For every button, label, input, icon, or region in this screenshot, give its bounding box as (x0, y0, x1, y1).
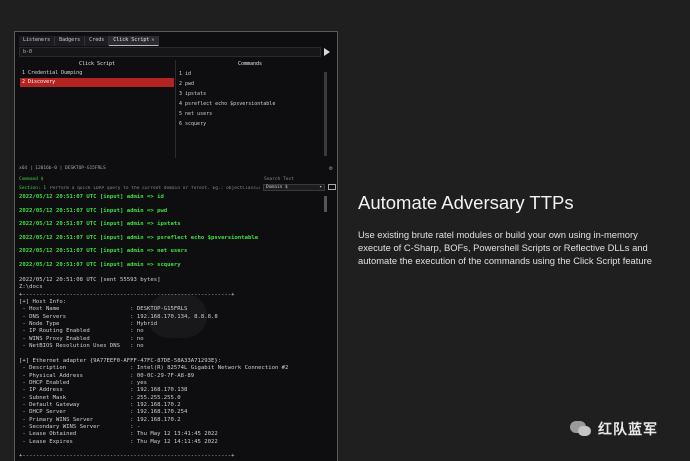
tab-listeners[interactable]: Listeners (19, 36, 56, 46)
scrollbar[interactable] (324, 72, 327, 156)
console-output-line: +---------------------------------------… (19, 291, 235, 298)
panel-divider (175, 60, 176, 158)
console-output-line: - Lease Expires : Thu May 12 14:11:45 20… (19, 438, 218, 445)
console-command-line: 2022/05/12 20:51:07 UTC [input] admin =>… (19, 248, 188, 254)
click-script-header: Click Script (78, 61, 116, 67)
console-output-line: - Physical Address : 00-0C-29-7F-A8-89 (19, 372, 195, 379)
console-output-line: - Description : Intel(R) 82574L Gigabit … (19, 365, 289, 372)
close-icon[interactable]: ✕ (151, 37, 154, 43)
section-label: Section: 1 (19, 186, 47, 191)
console-output-line: - Lease Obtained : Thu May 12 13:41:45 2… (19, 431, 218, 438)
console-output-line: [+] Host Info: (19, 299, 67, 306)
list-item[interactable]: 1 id (177, 69, 323, 79)
commands-header: Commands (237, 61, 263, 67)
console-output-line: - IP Address : 192.168.170.138 (19, 387, 188, 394)
console-output-line: - DHCP Enabled : yes (19, 379, 147, 386)
console-output-line: - Secondary WINS Server : - (19, 424, 141, 430)
console-output-line: - NetBIOS Resolution Uses DNS : no (19, 343, 144, 350)
command-label: Command $ (19, 177, 44, 182)
list-item[interactable]: 4 psreflect echo $psversiontable (177, 99, 323, 109)
brute-ratel-window: Listeners Badgers Creds Click Script ✕ b-… (14, 31, 338, 461)
console-command-line: 2022/05/12 20:51:07 UTC [input] admin =>… (19, 234, 259, 241)
description-line: Use existing brute ratel modules or buil… (358, 229, 638, 240)
console-output: 2022/05/12 20:51:07 UTC [input] admin =>… (19, 194, 319, 461)
brand-text: 红队蓝军 (598, 421, 658, 437)
console-command-line: 2022/05/12 20:51:07 UTC [input] admin =>… (19, 207, 168, 214)
tab-creds[interactable]: Creds (85, 36, 110, 46)
console-output-line: 2022/05/12 20:51:08 UTC [sent 55593 byte… (19, 277, 161, 283)
console-output-line: - Subnet Mask : 255.255.255.0 (19, 394, 181, 401)
scrollbar[interactable] (324, 196, 327, 212)
list-item[interactable]: 2 pwd (177, 79, 323, 89)
feature-description: Use existing brute ratel modules or buil… (358, 228, 668, 267)
console-output-line: - DNS Servers : 192.168.170.134, 8.8.8.8 (19, 313, 218, 320)
wechat-icon (568, 418, 594, 440)
tab-bar: Listeners Badgers Creds Click Script ✕ (19, 36, 160, 46)
play-icon[interactable] (324, 48, 330, 56)
console-command-line: 2022/05/12 20:51:07 UTC [input] admin =>… (19, 221, 181, 227)
list-item[interactable]: 3 ipstats (177, 89, 323, 99)
tab-label: Creds (89, 37, 105, 43)
list-item-selected[interactable]: 2 Discovery (20, 78, 174, 87)
description-line: automate the execution of the commands u… (358, 255, 652, 266)
console-output-line: - Host Name : DESKTOP-G15FRLS (19, 306, 188, 313)
console-output-line: - Default Gateway : 192.168.170.2 (19, 401, 181, 408)
description-line: execute of C-Sharp, BOFs, Powershell Scr… (358, 242, 648, 253)
status-line: x64 | 12016b-0 | DESKTOP-G15FRLS (19, 166, 106, 171)
list-item[interactable]: 5 net users (177, 109, 323, 119)
console-output-line: - WINS Proxy Enabled : no (19, 335, 144, 342)
tab-label: Badgers (59, 37, 81, 43)
command-input[interactable]: Perform a quick LDAP query to the curren… (50, 186, 260, 191)
console-output-line: Z:\docs (19, 284, 43, 291)
search-label: Search Text (264, 177, 294, 182)
tab-badgers[interactable]: Badgers (55, 36, 86, 46)
console-command-line: 2022/05/12 20:51:07 UTC [input] admin =>… (19, 194, 164, 200)
select-value: Domain $ (266, 185, 288, 190)
console-output-line: - Primary WINS Server : 192.168.170.2 (19, 416, 181, 423)
brand-watermark: 红队蓝军 (568, 418, 658, 440)
console-command-line: 2022/05/12 20:51:07 UTC [input] admin =>… (19, 261, 181, 268)
list-item[interactable]: 6 scquery (177, 119, 323, 129)
feature-title: Automate Adversary TTPs (358, 192, 574, 213)
path-input[interactable]: b-0 (19, 47, 321, 57)
window-icon[interactable] (328, 184, 336, 190)
console-output-line: - DHCP Server : 192.168.170.254 (19, 409, 188, 416)
console-output-line: - Node Type : Hybrid (19, 321, 158, 328)
console-output-line: +---------------------------------------… (19, 453, 235, 460)
commands-list: 1 id 2 pwd 3 ipstats 4 psreflect echo $p… (177, 69, 323, 129)
console-output-line: [+] Ethernet adapter {9A77EEF0-AFFF-47FC… (19, 357, 222, 364)
list-item[interactable]: 1 Credential Dumping (20, 69, 174, 78)
domain-select[interactable]: Domain $ ▾ (263, 184, 325, 191)
console-output-line: - IP Routing Enabled : no (19, 328, 144, 335)
tab-label: Listeners (23, 37, 51, 43)
tab-click-script[interactable]: Click Script ✕ (109, 36, 160, 46)
tab-label: Click Script (113, 37, 150, 43)
settings-icon[interactable]: ⚙ (329, 165, 333, 172)
chevron-down-icon: ▾ (319, 185, 322, 190)
click-script-list: 1 Credential Dumping 2 Discovery (20, 69, 174, 87)
